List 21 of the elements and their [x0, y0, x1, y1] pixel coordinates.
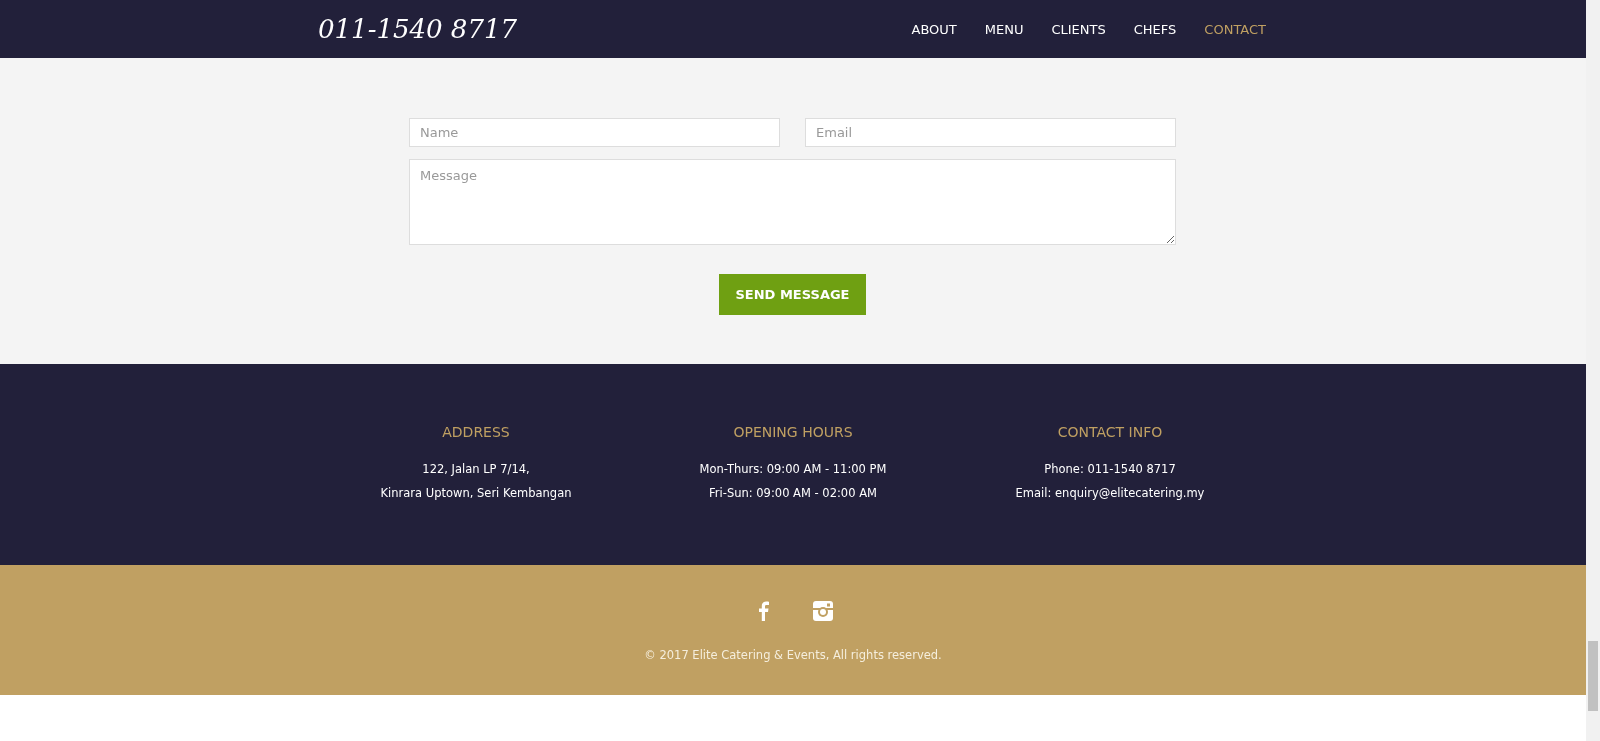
info-text: Email: enquiry@elitecatering.my — [1015, 486, 1205, 500]
nav-link[interactable]: CHEFS — [1133, 21, 1177, 37]
nav-link[interactable]: CONTACT — [1204, 21, 1266, 37]
nav-link[interactable]: CLIENTS — [1051, 21, 1106, 37]
email-field[interactable]: Email — [805, 118, 1176, 147]
info-text: Fri-Sun: 09:00 AM - 02:00 AM — [709, 486, 877, 500]
info-heading: CONTACT INFO — [1057, 424, 1163, 440]
info-heading: OPENING HOURS — [733, 424, 853, 440]
nav-link[interactable]: MENU — [984, 21, 1024, 37]
info-heading: ADDRESS — [442, 424, 510, 440]
name-field[interactable]: Name — [409, 118, 780, 147]
info-text: Kinrara Uptown, Seri Kembangan — [380, 486, 572, 500]
info-text: Phone: 011-1540 8717 — [1044, 462, 1176, 476]
info-text: 122, Jalan LP 7/14, — [422, 462, 530, 476]
info-text: Mon-Thurs: 09:00 AM - 11:00 PM — [699, 462, 887, 476]
scrollbar[interactable] — [1586, 0, 1600, 741]
copyright-text: © 2017 Elite Catering & Events, All rights reserved. — [644, 648, 942, 662]
nav-link[interactable]: ABOUT — [911, 21, 957, 37]
phone-logo[interactable]: 011-1540 8717 — [318, 14, 517, 44]
message-field[interactable]: Message — [409, 159, 1176, 245]
instagram-icon[interactable] — [812, 600, 834, 622]
